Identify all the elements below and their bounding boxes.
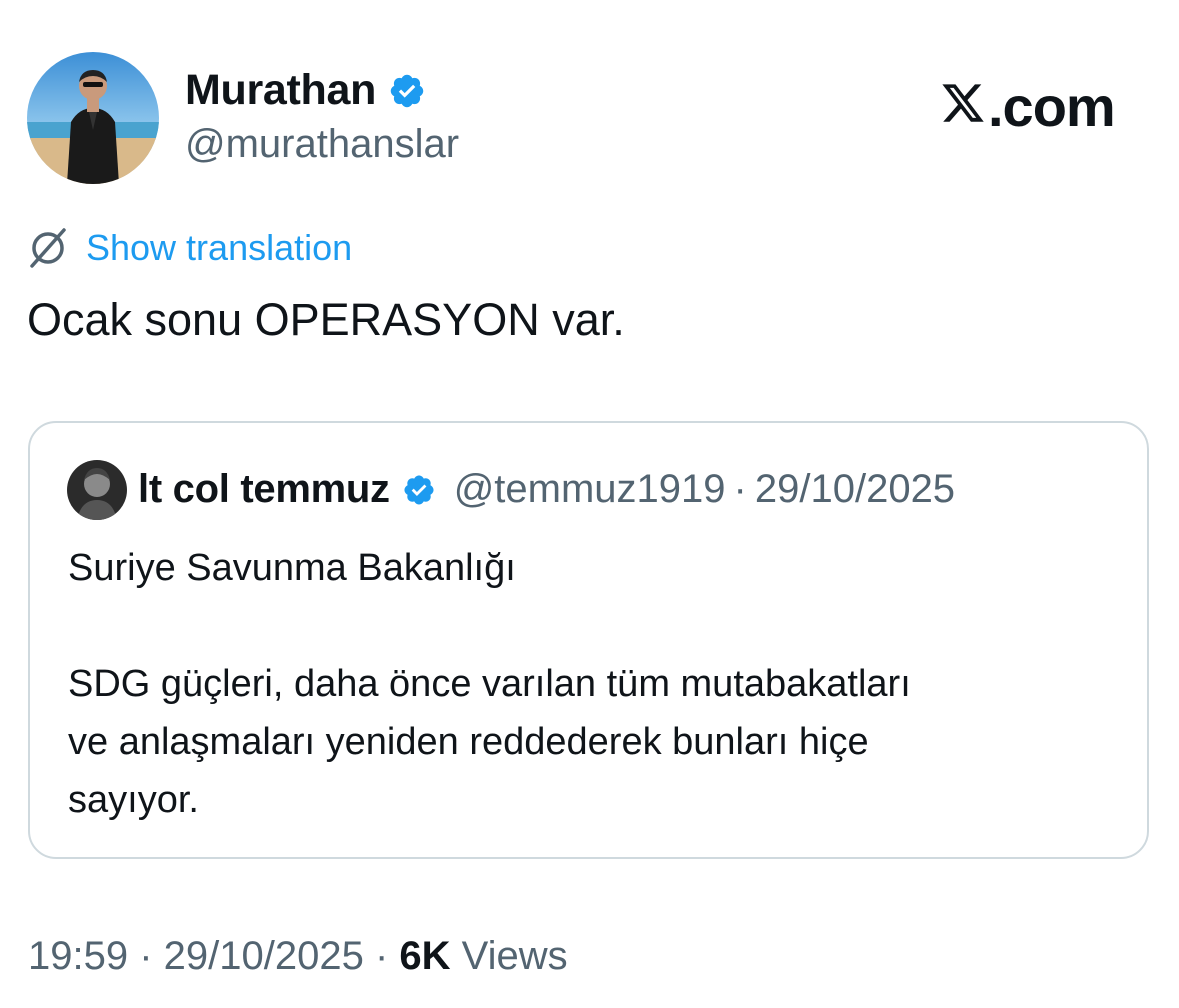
views-count: 6K (399, 934, 451, 978)
quoted-verified-badge-icon (402, 473, 436, 507)
brand-text: .com (988, 75, 1116, 138)
quoted-tweet-text: Suriye Savunma Bakanlığı SDG güçleri, da… (68, 547, 911, 821)
quoted-author-handle[interactable]: @temmuz1919 (454, 467, 726, 512)
translate-icon (26, 226, 70, 270)
quoted-tweet-card[interactable]: lt col temmuz @temmuz1919 · 29/10/2025 S… (28, 421, 1149, 859)
tweet-time[interactable]: 19:59 (28, 934, 128, 978)
author-name-row[interactable]: Murathan (185, 66, 426, 115)
tweet-date[interactable]: 29/10/2025 (164, 934, 364, 978)
views-label: Views (450, 934, 568, 978)
author-avatar[interactable] (27, 52, 159, 184)
x-logo-icon (940, 74, 986, 139)
brand-watermark: .com (940, 74, 1116, 139)
quoted-header: lt col temmuz @temmuz1919 · 29/10/2025 (138, 467, 955, 512)
meta-separator: · (128, 934, 164, 978)
tweet-text: Ocak sonu OPERASYON var. (27, 294, 625, 345)
author-handle[interactable]: @murathanslar (185, 122, 459, 167)
show-translation-link[interactable]: Show translation (86, 227, 352, 269)
author-name[interactable]: Murathan (185, 66, 376, 115)
meta-separator-2: · (363, 934, 400, 978)
quoted-separator: · (733, 467, 747, 511)
quoted-date[interactable]: 29/10/2025 (755, 467, 955, 512)
tweet-meta: 19:59 · 29/10/2025 · 6K Views (28, 934, 568, 979)
translation-row[interactable]: Show translation (26, 226, 352, 270)
verified-badge-icon[interactable] (388, 72, 426, 110)
quoted-author-name[interactable]: lt col temmuz (138, 467, 390, 512)
quoted-author-avatar[interactable] (67, 460, 127, 520)
